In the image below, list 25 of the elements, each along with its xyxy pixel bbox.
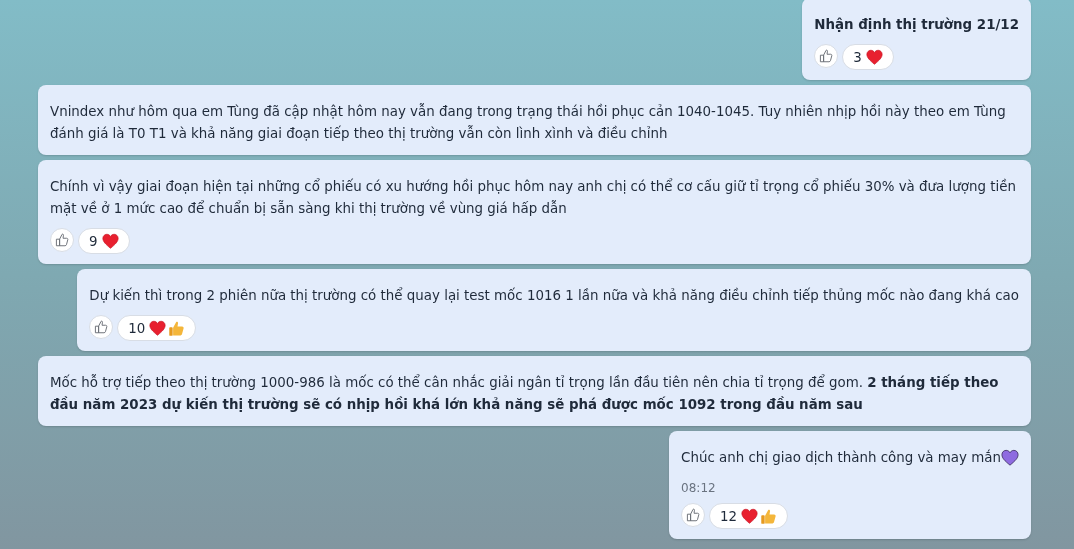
message-text: Nhận định thị trường 21/12	[814, 16, 1019, 34]
reaction-count[interactable]: 3	[842, 44, 894, 70]
reaction-count[interactable]: 9	[78, 228, 130, 254]
thumbs-up-icon	[760, 507, 778, 525]
thumbs-up-icon	[685, 507, 702, 523]
thumbs-up-icon	[54, 232, 70, 248]
message-text: Chúc anh chị giao dịch thành công và may mắn	[681, 448, 1001, 467]
heart-icon	[101, 232, 119, 250]
thumbs-up-icon	[818, 48, 835, 64]
heart-icon	[741, 507, 759, 525]
thumbs-up-icon	[93, 319, 110, 335]
like-button[interactable]	[681, 503, 706, 527]
message-text: Chính vì vậy giai đoạn hiện tại những cổ phiếu có xu hướng hồi phục hôm nay anh chị có thể cơ cấu giữ tỉ trọng cổ phiếu 30% và đưa lượng tiền mặt về ở 1 mức cao để chuẩn bị sẵn sàng khi thị trường về vùng giá hấp dẫn	[50, 177, 1017, 218]
thumbs-up-icon	[168, 319, 186, 337]
message-text: Dự kiến thì trong 2 phiên nữa thị trường có thể quay lại test mốc 1016 1 lần nữa và khả năng điều chỉnh tiếp thủng mốc nào đang khá cao	[89, 286, 1019, 305]
heart-icon	[865, 48, 883, 66]
like-button[interactable]	[89, 315, 114, 339]
reaction-count[interactable]: 10	[117, 315, 197, 341]
message-text: Mốc hỗ trợ tiếp theo thị trường 1000-986 là mốc có thể cân nhắc giải ngân tỉ trọng lần đầu tiên nên chia tỉ trọng để gom. 2 tháng tiếp theo đầu năm 2023 dự kiến thị trường sẽ có nhịp hồi khá lớn khả năng sẽ phá được mốc 1092 trong đầu năm sau	[50, 373, 1000, 414]
reaction-count[interactable]: 12	[709, 503, 789, 529]
heart-icon	[149, 319, 167, 337]
message-time: 08:12	[681, 481, 717, 495]
like-button[interactable]	[50, 228, 74, 252]
message-text: Vnindex như hôm qua em Tùng đã cập nhật hôm nay vẫn đang trong trạng thái hồi phục cản 1040-1045. Tuy nhiên nhịp hồi này theo em Tùng đánh giá là T0 T1 và khả năng giai đoạn tiếp theo thị trường vẫn còn lình xình và điều chỉnh	[50, 102, 1007, 143]
like-button[interactable]	[814, 44, 839, 68]
